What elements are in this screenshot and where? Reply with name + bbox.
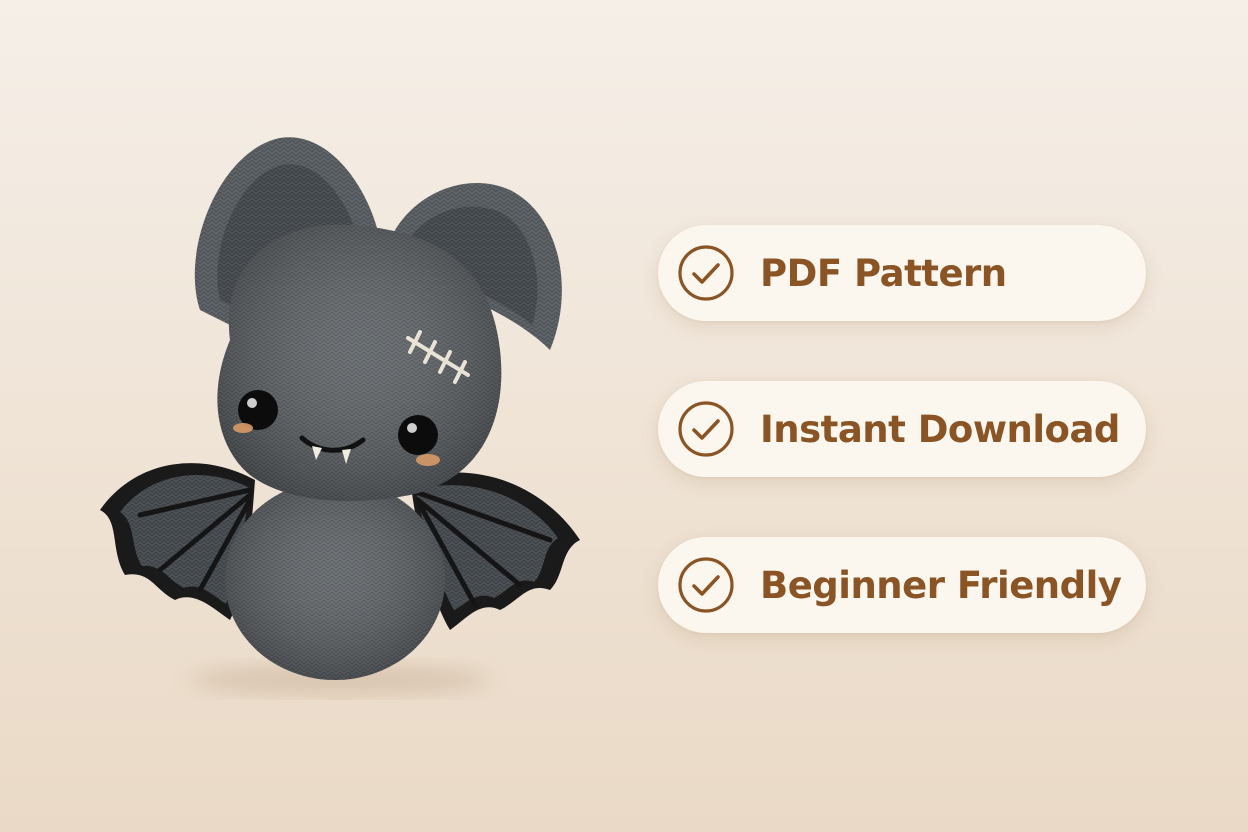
crochet-bat-image <box>80 120 600 700</box>
feature-pill-beginner-friendly: Beginner Friendly <box>658 537 1146 633</box>
feature-pill-instant-download: Instant Download <box>658 381 1146 477</box>
crochet-bat-icon <box>100 137 580 696</box>
feature-pill-pdf-pattern: PDF Pattern <box>658 225 1146 321</box>
check-circle-icon <box>678 245 734 301</box>
check-circle-icon <box>678 557 734 613</box>
feature-label: PDF Pattern <box>760 251 1007 295</box>
check-circle-icon <box>678 401 734 457</box>
feature-label: Instant Download <box>760 407 1120 451</box>
feature-label: Beginner Friendly <box>760 563 1122 607</box>
